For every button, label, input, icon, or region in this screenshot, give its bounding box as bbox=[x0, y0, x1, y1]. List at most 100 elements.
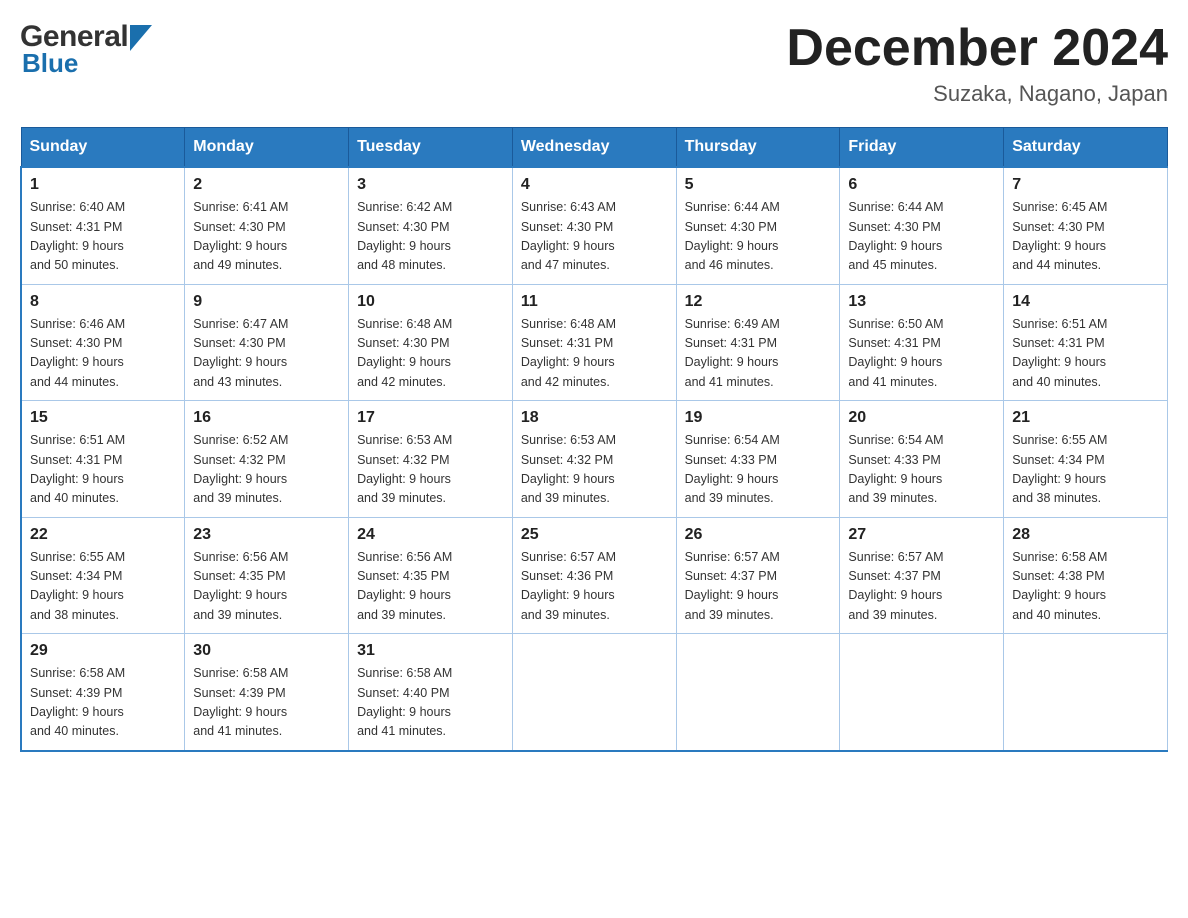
day-cell-29: 29 Sunrise: 6:58 AMSunset: 4:39 PMDaylig… bbox=[21, 634, 185, 751]
day-header-tuesday: Tuesday bbox=[349, 128, 513, 168]
day-number: 30 bbox=[193, 642, 340, 660]
day-header-saturday: Saturday bbox=[1004, 128, 1168, 168]
week-row-1: 1 Sunrise: 6:40 AMSunset: 4:31 PMDayligh… bbox=[21, 167, 1168, 284]
day-cell-27: 27 Sunrise: 6:57 AMSunset: 4:37 PMDaylig… bbox=[840, 517, 1004, 634]
day-number: 27 bbox=[848, 526, 995, 544]
day-number: 28 bbox=[1012, 526, 1159, 544]
day-info: Sunrise: 6:43 AMSunset: 4:30 PMDaylight:… bbox=[521, 198, 668, 276]
day-info: Sunrise: 6:53 AMSunset: 4:32 PMDaylight:… bbox=[521, 431, 668, 509]
day-number: 26 bbox=[685, 526, 832, 544]
day-cell-28: 28 Sunrise: 6:58 AMSunset: 4:38 PMDaylig… bbox=[1004, 517, 1168, 634]
day-info: Sunrise: 6:58 AMSunset: 4:38 PMDaylight:… bbox=[1012, 548, 1159, 626]
day-cell-26: 26 Sunrise: 6:57 AMSunset: 4:37 PMDaylig… bbox=[676, 517, 840, 634]
day-cell-15: 15 Sunrise: 6:51 AMSunset: 4:31 PMDaylig… bbox=[21, 401, 185, 518]
title-section: December 2024 Suzaka, Nagano, Japan bbox=[786, 20, 1168, 107]
day-cell-23: 23 Sunrise: 6:56 AMSunset: 4:35 PMDaylig… bbox=[185, 517, 349, 634]
day-number: 22 bbox=[30, 526, 176, 544]
day-info: Sunrise: 6:42 AMSunset: 4:30 PMDaylight:… bbox=[357, 198, 504, 276]
day-header-monday: Monday bbox=[185, 128, 349, 168]
day-number: 24 bbox=[357, 526, 504, 544]
day-cell-9: 9 Sunrise: 6:47 AMSunset: 4:30 PMDayligh… bbox=[185, 284, 349, 401]
day-cell-11: 11 Sunrise: 6:48 AMSunset: 4:31 PMDaylig… bbox=[512, 284, 676, 401]
day-cell-1: 1 Sunrise: 6:40 AMSunset: 4:31 PMDayligh… bbox=[21, 167, 185, 284]
day-cell-3: 3 Sunrise: 6:42 AMSunset: 4:30 PMDayligh… bbox=[349, 167, 513, 284]
day-info: Sunrise: 6:58 AMSunset: 4:39 PMDaylight:… bbox=[193, 664, 340, 742]
day-info: Sunrise: 6:55 AMSunset: 4:34 PMDaylight:… bbox=[1012, 431, 1159, 509]
day-info: Sunrise: 6:49 AMSunset: 4:31 PMDaylight:… bbox=[685, 315, 832, 393]
day-info: Sunrise: 6:54 AMSunset: 4:33 PMDaylight:… bbox=[685, 431, 832, 509]
day-number: 21 bbox=[1012, 409, 1159, 427]
day-number: 6 bbox=[848, 176, 995, 194]
day-info: Sunrise: 6:48 AMSunset: 4:30 PMDaylight:… bbox=[357, 315, 504, 393]
calendar-table: SundayMondayTuesdayWednesdayThursdayFrid… bbox=[20, 127, 1168, 752]
day-number: 13 bbox=[848, 293, 995, 311]
day-info: Sunrise: 6:57 AMSunset: 4:37 PMDaylight:… bbox=[685, 548, 832, 626]
day-number: 10 bbox=[357, 293, 504, 311]
day-cell-21: 21 Sunrise: 6:55 AMSunset: 4:34 PMDaylig… bbox=[1004, 401, 1168, 518]
day-info: Sunrise: 6:41 AMSunset: 4:30 PMDaylight:… bbox=[193, 198, 340, 276]
logo: General Blue bbox=[20, 20, 152, 79]
day-number: 31 bbox=[357, 642, 504, 660]
day-info: Sunrise: 6:58 AMSunset: 4:40 PMDaylight:… bbox=[357, 664, 504, 742]
day-info: Sunrise: 6:52 AMSunset: 4:32 PMDaylight:… bbox=[193, 431, 340, 509]
week-row-3: 15 Sunrise: 6:51 AMSunset: 4:31 PMDaylig… bbox=[21, 401, 1168, 518]
day-number: 20 bbox=[848, 409, 995, 427]
day-info: Sunrise: 6:58 AMSunset: 4:39 PMDaylight:… bbox=[30, 664, 176, 742]
day-cell-12: 12 Sunrise: 6:49 AMSunset: 4:31 PMDaylig… bbox=[676, 284, 840, 401]
empty-cell bbox=[512, 634, 676, 751]
day-number: 12 bbox=[685, 293, 832, 311]
day-cell-24: 24 Sunrise: 6:56 AMSunset: 4:35 PMDaylig… bbox=[349, 517, 513, 634]
day-number: 4 bbox=[521, 176, 668, 194]
day-number: 7 bbox=[1012, 176, 1159, 194]
day-cell-4: 4 Sunrise: 6:43 AMSunset: 4:30 PMDayligh… bbox=[512, 167, 676, 284]
day-header-sunday: Sunday bbox=[21, 128, 185, 168]
day-cell-10: 10 Sunrise: 6:48 AMSunset: 4:30 PMDaylig… bbox=[349, 284, 513, 401]
day-cell-25: 25 Sunrise: 6:57 AMSunset: 4:36 PMDaylig… bbox=[512, 517, 676, 634]
day-cell-8: 8 Sunrise: 6:46 AMSunset: 4:30 PMDayligh… bbox=[21, 284, 185, 401]
day-number: 5 bbox=[685, 176, 832, 194]
day-info: Sunrise: 6:57 AMSunset: 4:37 PMDaylight:… bbox=[848, 548, 995, 626]
page-header: General Blue December 2024 Suzaka, Nagan… bbox=[20, 20, 1168, 107]
day-number: 18 bbox=[521, 409, 668, 427]
empty-cell bbox=[1004, 634, 1168, 751]
day-cell-20: 20 Sunrise: 6:54 AMSunset: 4:33 PMDaylig… bbox=[840, 401, 1004, 518]
day-number: 29 bbox=[30, 642, 176, 660]
day-number: 16 bbox=[193, 409, 340, 427]
day-cell-22: 22 Sunrise: 6:55 AMSunset: 4:34 PMDaylig… bbox=[21, 517, 185, 634]
day-info: Sunrise: 6:54 AMSunset: 4:33 PMDaylight:… bbox=[848, 431, 995, 509]
day-cell-13: 13 Sunrise: 6:50 AMSunset: 4:31 PMDaylig… bbox=[840, 284, 1004, 401]
day-info: Sunrise: 6:44 AMSunset: 4:30 PMDaylight:… bbox=[685, 198, 832, 276]
empty-cell bbox=[676, 634, 840, 751]
day-cell-18: 18 Sunrise: 6:53 AMSunset: 4:32 PMDaylig… bbox=[512, 401, 676, 518]
day-number: 1 bbox=[30, 176, 176, 194]
day-cell-5: 5 Sunrise: 6:44 AMSunset: 4:30 PMDayligh… bbox=[676, 167, 840, 284]
day-number: 3 bbox=[357, 176, 504, 194]
day-info: Sunrise: 6:51 AMSunset: 4:31 PMDaylight:… bbox=[30, 431, 176, 509]
day-info: Sunrise: 6:50 AMSunset: 4:31 PMDaylight:… bbox=[848, 315, 995, 393]
day-info: Sunrise: 6:57 AMSunset: 4:36 PMDaylight:… bbox=[521, 548, 668, 626]
day-info: Sunrise: 6:47 AMSunset: 4:30 PMDaylight:… bbox=[193, 315, 340, 393]
day-number: 17 bbox=[357, 409, 504, 427]
day-info: Sunrise: 6:45 AMSunset: 4:30 PMDaylight:… bbox=[1012, 198, 1159, 276]
day-info: Sunrise: 6:44 AMSunset: 4:30 PMDaylight:… bbox=[848, 198, 995, 276]
day-number: 14 bbox=[1012, 293, 1159, 311]
day-header-wednesday: Wednesday bbox=[512, 128, 676, 168]
month-title: December 2024 bbox=[786, 20, 1168, 77]
days-header-row: SundayMondayTuesdayWednesdayThursdayFrid… bbox=[21, 128, 1168, 168]
day-cell-31: 31 Sunrise: 6:58 AMSunset: 4:40 PMDaylig… bbox=[349, 634, 513, 751]
day-number: 8 bbox=[30, 293, 176, 311]
day-number: 2 bbox=[193, 176, 340, 194]
day-info: Sunrise: 6:51 AMSunset: 4:31 PMDaylight:… bbox=[1012, 315, 1159, 393]
day-info: Sunrise: 6:46 AMSunset: 4:30 PMDaylight:… bbox=[30, 315, 176, 393]
day-info: Sunrise: 6:56 AMSunset: 4:35 PMDaylight:… bbox=[357, 548, 504, 626]
day-cell-16: 16 Sunrise: 6:52 AMSunset: 4:32 PMDaylig… bbox=[185, 401, 349, 518]
day-number: 15 bbox=[30, 409, 176, 427]
logo-blue-text: Blue bbox=[20, 48, 152, 79]
day-info: Sunrise: 6:56 AMSunset: 4:35 PMDaylight:… bbox=[193, 548, 340, 626]
day-header-friday: Friday bbox=[840, 128, 1004, 168]
location: Suzaka, Nagano, Japan bbox=[786, 81, 1168, 107]
day-cell-17: 17 Sunrise: 6:53 AMSunset: 4:32 PMDaylig… bbox=[349, 401, 513, 518]
day-cell-19: 19 Sunrise: 6:54 AMSunset: 4:33 PMDaylig… bbox=[676, 401, 840, 518]
day-number: 19 bbox=[685, 409, 832, 427]
day-number: 25 bbox=[521, 526, 668, 544]
